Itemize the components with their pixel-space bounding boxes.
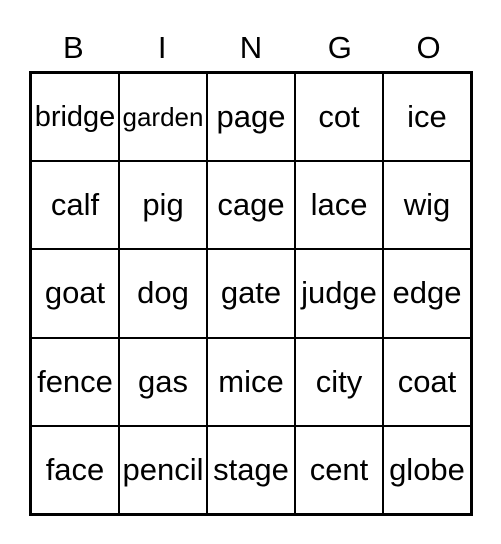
bingo-cell-word: ice: [407, 99, 447, 135]
bingo-cell[interactable]: calf: [31, 161, 119, 250]
bingo-cell-word: cage: [217, 187, 285, 223]
bingo-cell[interactable]: pig: [119, 161, 207, 250]
bingo-cell[interactable]: fence: [31, 337, 119, 426]
bingo-cell-word: goat: [44, 275, 106, 311]
bingo-cell-word: bridge: [34, 100, 116, 133]
bingo-cell[interactable]: cage: [207, 161, 295, 250]
bingo-cell-word: dog: [137, 275, 189, 311]
bingo-cell-word: globe: [389, 451, 465, 487]
bingo-cell-word: wig: [403, 187, 451, 223]
bingo-cell[interactable]: pencil: [119, 425, 207, 514]
bingo-cell[interactable]: coat: [383, 337, 471, 426]
bingo-cell-word: stage: [213, 451, 289, 487]
bingo-cell[interactable]: judge: [295, 249, 383, 338]
bingo-cell[interactable]: cent: [295, 425, 383, 514]
bingo-cell[interactable]: bridge: [31, 73, 119, 162]
bingo-cell[interactable]: garden: [119, 73, 207, 162]
bingo-cell[interactable]: mice: [207, 337, 295, 426]
bingo-cell[interactable]: goat: [31, 249, 119, 338]
bingo-grid: bridge garden page cot ice calf pig cage lace wig…: [29, 71, 473, 516]
bingo-cell-word: pencil: [122, 451, 204, 487]
bingo-cell-word: lace: [310, 187, 368, 223]
header-letter-g: G: [327, 30, 352, 65]
bingo-cell-word: coat: [397, 363, 457, 399]
bingo-cell[interactable]: dog: [119, 249, 207, 338]
bingo-cell-word: calf: [50, 187, 100, 223]
bingo-cell-word: pig: [142, 187, 184, 223]
bingo-cell[interactable]: city: [295, 337, 383, 426]
bingo-cell[interactable]: stage: [207, 425, 295, 514]
bingo-cell[interactable]: wig: [383, 161, 471, 250]
bingo-cell[interactable]: edge: [383, 249, 471, 338]
bingo-cell-word: cent: [309, 451, 369, 487]
bingo-cell[interactable]: cot: [295, 73, 383, 162]
bingo-cell-word: fence: [37, 363, 113, 399]
bingo-cell-word: city: [315, 363, 363, 399]
bingo-cell-word: edge: [392, 275, 462, 311]
bingo-cell[interactable]: ice: [383, 73, 471, 162]
bingo-cell-word: judge: [301, 275, 377, 311]
header-letter-n: N: [239, 30, 263, 65]
bingo-cell-word: gate: [220, 275, 282, 311]
header-letter-b: B: [63, 30, 84, 65]
header-letter-i: I: [157, 30, 167, 65]
bingo-cell[interactable]: gas: [119, 337, 207, 426]
bingo-cell-word: mice: [218, 363, 284, 399]
bingo-cell-word: gas: [138, 363, 188, 399]
bingo-header: B I N G O: [29, 28, 473, 68]
bingo-cell-word: cot: [318, 99, 360, 135]
bingo-cell[interactable]: lace: [295, 161, 383, 250]
bingo-cell-word: page: [216, 99, 286, 135]
bingo-cell[interactable]: page: [207, 73, 295, 162]
bingo-cell-word: face: [45, 451, 105, 487]
bingo-cell[interactable]: face: [31, 425, 119, 514]
bingo-cell[interactable]: globe: [383, 425, 471, 514]
bingo-cell[interactable]: gate: [207, 249, 295, 338]
bingo-cell-word: garden: [122, 101, 204, 132]
header-letter-o: O: [416, 30, 441, 65]
